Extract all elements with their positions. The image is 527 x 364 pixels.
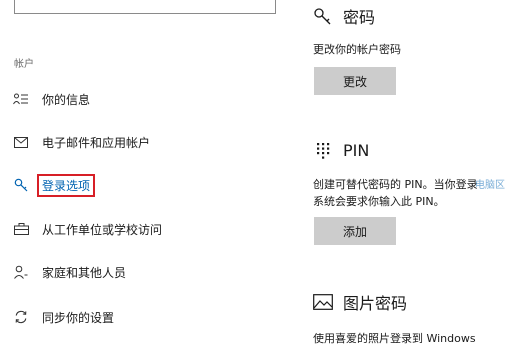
accounts-section-title: 帐户 [14, 59, 34, 70]
sidebar-item-label: 你的信息 [42, 92, 91, 107]
key-icon [12, 178, 30, 192]
briefcase-icon [12, 222, 30, 236]
sidebar-item-sign-in-options[interactable]: 登录选项 [12, 173, 96, 197]
sidebar-item-work-school[interactable]: 从工作单位或学校访问 [12, 218, 162, 240]
person-list-icon [12, 92, 30, 106]
pin-title: PIN [343, 141, 370, 160]
pin-description-line2: 系统会要求你输入此 PIN。 [313, 195, 445, 208]
sidebar-item-label: 登录选项 [37, 173, 96, 197]
picture-password-title: 图片密码 [343, 294, 408, 313]
sidebar-item-label: 电子邮件和应用帐户 [42, 135, 151, 150]
mail-icon [12, 135, 30, 149]
change-password-button[interactable]: 更改 [314, 67, 396, 95]
add-pin-button[interactable]: 添加 [314, 217, 396, 245]
pin-heading: PIN [313, 141, 369, 160]
sidebar-item-family-other-people[interactable]: 家庭和其他人员 [12, 261, 126, 283]
sidebar-item-label: 同步你的设置 [42, 310, 115, 325]
sync-icon [12, 310, 30, 324]
sidebar-item-email-accounts[interactable]: 电子邮件和应用帐户 [12, 131, 150, 153]
sidebar-item-label: 家庭和其他人员 [42, 265, 127, 280]
password-description: 更改你的帐户密码 [313, 43, 401, 56]
sidebar-item-your-info[interactable]: 你的信息 [12, 88, 90, 110]
password-title: 密码 [343, 8, 376, 27]
key-icon [313, 7, 333, 25]
sidebar-item-label: 从工作单位或学校访问 [42, 222, 163, 237]
picture-icon [313, 293, 333, 311]
keypad-icon [313, 142, 333, 160]
pin-description-line1: 创建可替代密码的 PIN。当你登录 [313, 178, 478, 191]
search-input[interactable] [14, 0, 276, 14]
person-add-icon [12, 265, 30, 279]
picture-password-description: 使用喜爱的照片登录到 Windows [313, 332, 476, 345]
sidebar-item-sync-settings[interactable]: 同步你的设置 [12, 306, 114, 328]
password-heading: 密码 [313, 4, 375, 28]
watermark-logo: 电脑区 [475, 180, 505, 191]
picture-password-heading: 图片密码 [313, 290, 407, 314]
